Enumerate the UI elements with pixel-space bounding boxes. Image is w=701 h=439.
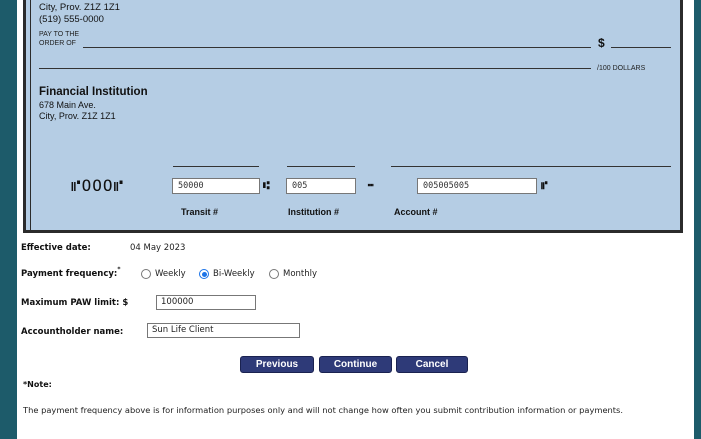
bank-city: City, Prov. Z1Z 1Z1 [39, 111, 116, 121]
accountholder-name-label: Accountholder name: [21, 327, 124, 337]
payment-frequency-label: Payment frequency:* [21, 266, 121, 279]
micr-dash-symbol: ⑉ [368, 179, 374, 189]
transit-number-field: 50000 [172, 178, 260, 194]
pay-to-line2: ORDER OF [39, 40, 76, 47]
micr-transit-symbol: ⑆ [263, 179, 270, 192]
pay-to-line1: PAY TO THE [39, 31, 80, 38]
signature-line-1 [173, 166, 259, 167]
radio-monthly-label[interactable]: Monthly [283, 269, 317, 279]
radio-weekly-label[interactable]: Weekly [155, 269, 186, 279]
radio-bi-weekly-label[interactable]: Bi-Weekly [213, 269, 255, 279]
dollars-suffix: /100 DOLLARS [597, 65, 646, 72]
sample-cheque: City, Prov. Z1Z 1Z1 (519) 555-0000 PAY T… [23, 0, 683, 233]
payer-city: City, Prov. Z1Z 1Z1 [39, 2, 120, 13]
signature-line-3 [391, 166, 671, 167]
cancel-button[interactable]: Cancel [396, 356, 468, 373]
amount-line [611, 47, 671, 48]
institution-number-field: 005 [286, 178, 356, 194]
transit-label: Transit # [181, 207, 219, 217]
effective-date-label: Effective date: [21, 243, 91, 253]
account-number-field: 005005005 [417, 178, 537, 194]
institution-label: Institution # [288, 207, 339, 217]
payee-line [83, 47, 591, 48]
payment-frequency-text: Payment frequency: [21, 269, 118, 279]
previous-button[interactable]: Previous [240, 356, 314, 373]
accountholder-name-input[interactable]: Sun Life Client [147, 323, 300, 338]
bank-address: 678 Main Ave. [39, 100, 96, 110]
signature-line-2 [287, 166, 355, 167]
micr-cheque-number: ⑈OOO⑈ [71, 176, 125, 195]
note-text: The payment frequency above is for infor… [23, 405, 624, 415]
radio-weekly[interactable] [141, 269, 151, 279]
required-marker: * [117, 266, 121, 273]
effective-date-value: 04 May 2023 [130, 243, 186, 253]
cheque-inner: City, Prov. Z1Z 1Z1 (519) 555-0000 PAY T… [30, 0, 680, 230]
account-label: Account # [394, 207, 438, 217]
max-paw-limit-input[interactable]: 100000 [156, 295, 256, 310]
max-paw-limit-label: Maximum PAW limit: $ [21, 298, 129, 308]
micr-on-us-symbol: ⑈ [541, 179, 548, 192]
payer-phone: (519) 555-0000 [39, 14, 104, 25]
note-title: *Note: [23, 380, 52, 389]
continue-button[interactable]: Continue [319, 356, 392, 373]
amount-words-line [39, 68, 591, 69]
bank-name: Financial Institution [39, 86, 148, 98]
main-panel: City, Prov. Z1Z 1Z1 (519) 555-0000 PAY T… [17, 0, 694, 439]
radio-bi-weekly[interactable] [199, 269, 209, 279]
radio-monthly[interactable] [269, 269, 279, 279]
dollar-sign: $ [598, 36, 605, 50]
